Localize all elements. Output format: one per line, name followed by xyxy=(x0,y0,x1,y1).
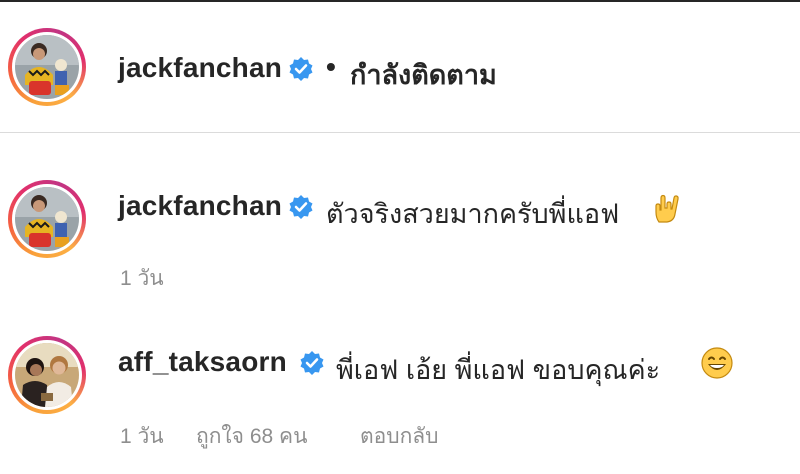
comment-time: 1 วัน xyxy=(120,267,164,290)
avatar-jackfanchan[interactable] xyxy=(8,28,86,106)
comment-time: 1 วัน xyxy=(120,425,164,448)
comment-username[interactable]: aff_taksaorn xyxy=(118,346,287,378)
avatar-aff-taksaorn[interactable] xyxy=(8,336,86,414)
comment-text: ตัวจริงสวยมากครับพี่แอฟ xyxy=(326,199,620,229)
verified-badge-icon xyxy=(288,56,314,82)
avatar-jackfanchan[interactable] xyxy=(8,180,86,258)
comment-username[interactable]: jackfanchan xyxy=(118,190,282,222)
comment-likes[interactable]: ถูกใจ 68 คน xyxy=(196,420,307,453)
comment-text: พี่เอฟ เอ้ย พี่แอฟ ขอบคุณค่ะ xyxy=(336,355,661,385)
reply-button[interactable]: ตอบกลับ xyxy=(360,420,439,453)
grinning-face-emoji xyxy=(700,346,733,379)
verified-badge-icon xyxy=(299,350,325,376)
post-header: jackfanchan • กำลังติดตาม xyxy=(0,2,800,133)
following-button[interactable]: กำลังติดตาม xyxy=(350,53,497,96)
verified-badge-icon xyxy=(288,194,314,220)
love-you-gesture-emoji xyxy=(650,192,682,224)
separator-dot: • xyxy=(326,51,336,82)
header-username[interactable]: jackfanchan xyxy=(118,52,282,84)
